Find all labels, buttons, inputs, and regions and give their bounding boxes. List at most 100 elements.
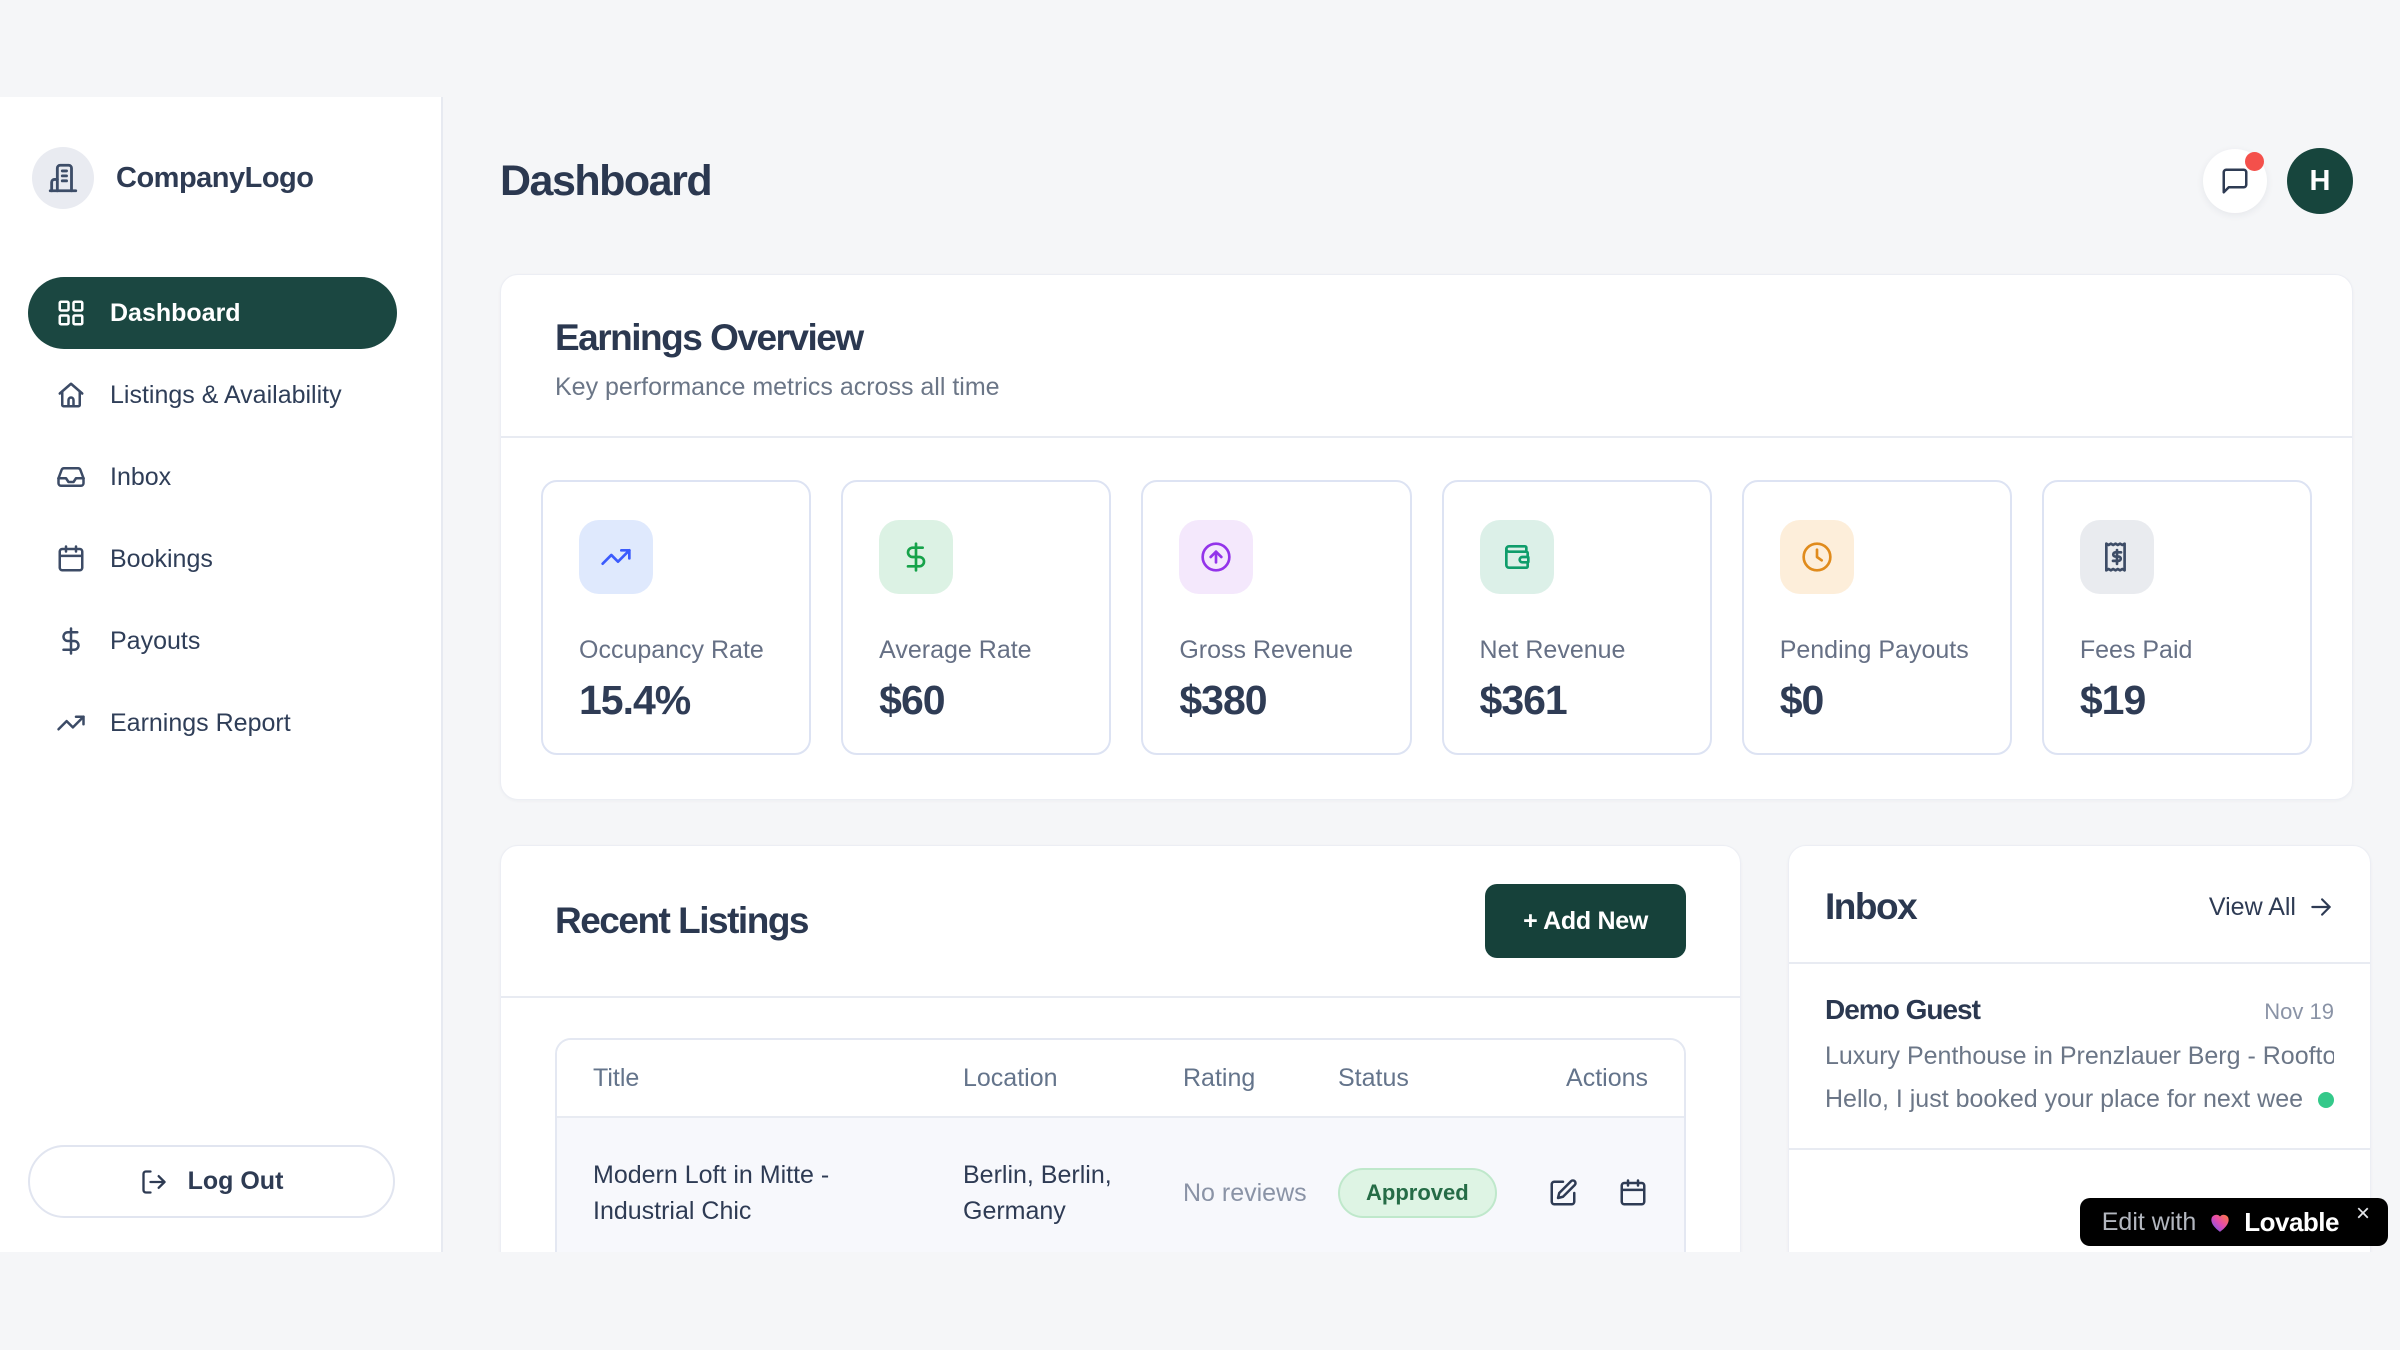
receipt-icon [2080, 520, 2154, 594]
inbox-icon [56, 462, 86, 492]
metric-card-gross-revenue: Gross Revenue $380 [1141, 480, 1411, 755]
notification-dot [2245, 152, 2264, 171]
earnings-overview-title: Earnings Overview [555, 317, 2298, 359]
home-icon [56, 380, 86, 410]
lovable-brand: Lovable [2244, 1207, 2339, 1238]
metric-label: Pending Payouts [1780, 636, 1974, 665]
metric-value: $361 [1480, 677, 1674, 724]
inbox-header: Inbox View All [1789, 846, 2370, 964]
sidebar-item-label: Payouts [110, 627, 200, 656]
inbox-title: Inbox [1825, 886, 1916, 928]
listing-status: Approved [1338, 1168, 1548, 1218]
listing-rating: No reviews [1183, 1175, 1338, 1211]
earnings-overview-card: Earnings Overview Key performance metric… [500, 274, 2353, 800]
metric-label: Gross Revenue [1179, 636, 1373, 665]
arrow-right-icon [2308, 894, 2334, 920]
calendar-icon[interactable] [1618, 1178, 1648, 1208]
logo-text: CompanyLogo [116, 162, 314, 195]
bottom-row: Recent Listings + Add New Title Location… [500, 845, 2353, 1252]
sidebar-item-payouts[interactable]: Payouts [28, 605, 397, 677]
view-all-label: View All [2209, 893, 2296, 922]
dollar-icon [879, 520, 953, 594]
metric-value: $380 [1179, 677, 1373, 724]
table-header-row: Title Location Rating Status Actions [557, 1040, 1684, 1118]
main-header: Dashboard H [500, 143, 2353, 219]
column-header-location: Location [963, 1064, 1183, 1093]
earnings-overview-header: Earnings Overview Key performance metric… [501, 275, 2352, 438]
sidebar-item-bookings[interactable]: Bookings [28, 523, 397, 595]
metric-card-fees-paid: Fees Paid $19 [2042, 480, 2312, 755]
status-badge: Approved [1338, 1168, 1497, 1218]
message-sender: Demo Guest [1825, 994, 1980, 1026]
listing-location: Berlin, Berlin, Germany [963, 1157, 1183, 1230]
message-date: Nov 19 [2264, 999, 2334, 1025]
sidebar-item-label: Inbox [110, 463, 171, 492]
inbox-card: Inbox View All Demo Guest Nov 19 Luxury … [1788, 845, 2371, 1252]
sidebar-item-label: Bookings [110, 545, 213, 574]
edit-with-lovable-badge[interactable]: Edit with Lovable × [2080, 1198, 2388, 1246]
recent-listings-header: Recent Listings + Add New [501, 846, 1740, 998]
lovable-heart-icon [2207, 1209, 2233, 1235]
page-title: Dashboard [500, 157, 711, 206]
table-row: Modern Loft in Mitte - Industrial Chic B… [557, 1118, 1684, 1252]
avatar[interactable]: H [2287, 148, 2353, 214]
metric-label: Average Rate [879, 636, 1073, 665]
main-content: Dashboard H Earnings Overview Key perfor… [443, 97, 2400, 1252]
header-actions: H [2203, 148, 2353, 214]
sidebar-item-listings[interactable]: Listings & Availability [28, 359, 397, 431]
metric-card-net-revenue: Net Revenue $361 [1442, 480, 1712, 755]
metric-card-average-rate: Average Rate $60 [841, 480, 1111, 755]
circle-arrow-up-icon [1179, 520, 1253, 594]
message-top: Demo Guest Nov 19 [1825, 994, 2334, 1026]
sidebar-item-dashboard[interactable]: Dashboard [28, 277, 397, 349]
message-preview: Hello, I just booked your place for next… [1825, 1085, 2304, 1114]
listing-actions [1548, 1178, 1648, 1208]
trending-up-icon [56, 708, 86, 738]
layout-grid-icon [56, 298, 86, 328]
recent-listings-title: Recent Listings [555, 900, 808, 942]
add-new-button[interactable]: + Add New [1485, 884, 1686, 958]
metric-card-pending-payouts: Pending Payouts $0 [1742, 480, 2012, 755]
chat-button[interactable] [2203, 149, 2267, 213]
edit-icon[interactable] [1548, 1178, 1578, 1208]
sidebar-item-label: Listings & Availability [110, 381, 342, 410]
sidebar-item-label: Dashboard [110, 299, 241, 328]
metric-value: $0 [1780, 677, 1974, 724]
logo: CompanyLogo [32, 147, 397, 209]
logout-label: Log Out [188, 1167, 284, 1196]
inbox-message[interactable]: Demo Guest Nov 19 Luxury Penthouse in Pr… [1789, 964, 2370, 1150]
column-header-title: Title [593, 1064, 963, 1093]
sidebar-item-inbox[interactable]: Inbox [28, 441, 397, 513]
view-all-link[interactable]: View All [2209, 893, 2334, 922]
unread-dot [2318, 1092, 2334, 1108]
close-icon[interactable]: × [2356, 1200, 2370, 1228]
trending-up-icon [579, 520, 653, 594]
metric-label: Occupancy Rate [579, 636, 773, 665]
company-logo-icon [32, 147, 94, 209]
sidebar-item-earnings-report[interactable]: Earnings Report [28, 687, 397, 759]
recent-listings-card: Recent Listings + Add New Title Location… [500, 845, 1741, 1252]
metric-label: Fees Paid [2080, 636, 2274, 665]
metrics-row: Occupancy Rate 15.4% Average Rate $60 [501, 438, 2352, 799]
listings-table: Title Location Rating Status Actions Mod… [555, 1038, 1686, 1252]
logout-button[interactable]: Log Out [28, 1145, 395, 1218]
dollar-icon [56, 626, 86, 656]
sidebar-nav: Dashboard Listings & Availability Inbox [28, 277, 397, 759]
wallet-icon [1480, 520, 1554, 594]
sidebar-item-label: Earnings Report [110, 709, 291, 738]
listing-title: Modern Loft in Mitte - Industrial Chic [593, 1157, 963, 1230]
message-subject: Luxury Penthouse in Prenzlauer Berg - Ro… [1825, 1042, 2334, 1071]
metric-label: Net Revenue [1480, 636, 1674, 665]
message-preview-row: Hello, I just booked your place for next… [1825, 1085, 2334, 1114]
message-square-icon [2220, 166, 2250, 196]
column-header-rating: Rating [1183, 1064, 1338, 1093]
column-header-status: Status [1338, 1064, 1548, 1093]
metric-value: $19 [2080, 677, 2274, 724]
metric-value: 15.4% [579, 677, 773, 724]
logout-icon [140, 1168, 168, 1196]
metric-value: $60 [879, 677, 1073, 724]
sidebar: CompanyLogo Dashboard Listings & Availab… [0, 97, 443, 1252]
metric-card-occupancy-rate: Occupancy Rate 15.4% [541, 480, 811, 755]
column-header-actions: Actions [1548, 1064, 1648, 1093]
calendar-icon [56, 544, 86, 574]
